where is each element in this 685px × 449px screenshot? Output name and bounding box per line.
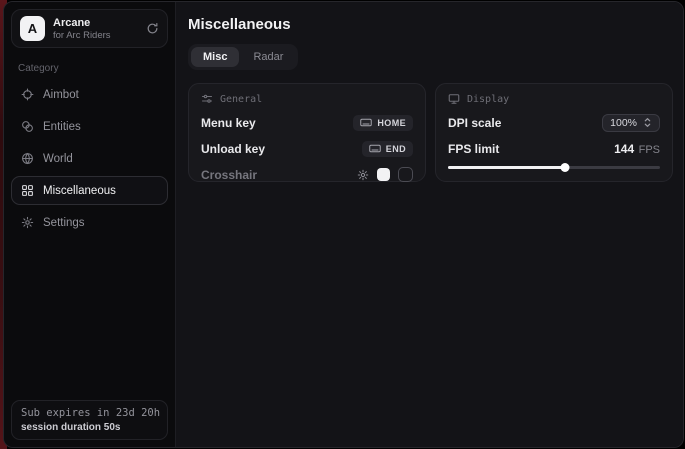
menu-key-value: HOME	[377, 118, 406, 128]
crosshair-settings-gear-icon[interactable]	[357, 169, 369, 181]
globe-icon	[21, 152, 34, 165]
refresh-icon[interactable]	[146, 22, 159, 35]
sidebar-item-label: Entities	[43, 121, 81, 133]
sidebar-item-settings[interactable]: Settings	[11, 208, 168, 237]
dpi-scale-select[interactable]: 100%	[602, 114, 660, 132]
session-duration: session duration 50s	[21, 422, 158, 433]
fps-limit-slider[interactable]	[448, 163, 660, 172]
crosshair-label: Crosshair	[201, 168, 257, 182]
crosshair-icon	[21, 88, 34, 101]
fps-limit-unit: FPS	[639, 144, 660, 156]
brand-name: Arcane	[53, 17, 111, 29]
sliders-icon	[201, 93, 213, 105]
sidebar-item-label: Miscellaneous	[43, 185, 116, 197]
crosshair-checkbox[interactable]	[398, 167, 413, 182]
display-card: Display DPI scale 100%	[435, 83, 673, 182]
sidebar-item-entities[interactable]: Entities	[11, 112, 168, 141]
fps-limit-label: FPS limit	[448, 142, 499, 156]
sidebar-item-label: World	[43, 153, 73, 165]
app-window: A Arcane for Arc Riders Category	[3, 1, 684, 448]
sidebar-item-aimbot[interactable]: Aimbot	[11, 80, 168, 109]
dpi-scale-row: DPI scale 100%	[448, 114, 660, 131]
display-card-title: Display	[467, 94, 509, 105]
cards-row: General Menu key HOME	[188, 83, 673, 182]
sidebar-item-world[interactable]: World	[11, 144, 168, 173]
unload-key-bind-button[interactable]: END	[362, 141, 413, 157]
general-card-header: General	[201, 93, 413, 105]
category-label: Category	[18, 63, 161, 74]
subscription-expiry: Sub expires in 23d 20h	[21, 407, 158, 419]
keyboard-icon	[360, 118, 372, 127]
monitor-icon	[448, 93, 460, 105]
brand-card: A Arcane for Arc Riders	[11, 9, 168, 48]
sidebar: A Arcane for Arc Riders Category	[4, 2, 176, 447]
display-card-header: Display	[448, 93, 660, 105]
sidebar-item-label: Aimbot	[43, 89, 79, 101]
menu-key-label: Menu key	[201, 116, 256, 130]
unload-key-row: Unload key END	[201, 140, 413, 157]
crosshair-controls	[357, 167, 413, 182]
general-card: General Menu key HOME	[188, 83, 426, 182]
main-content: Miscellaneous Misc Radar General	[176, 2, 684, 447]
crosshair-color-swatch[interactable]	[377, 168, 390, 181]
subscription-card: Sub expires in 23d 20h session duration …	[11, 400, 168, 440]
page-title: Miscellaneous	[188, 16, 673, 33]
fps-limit-value: 144	[614, 142, 634, 156]
tab-radar[interactable]: Radar	[241, 47, 295, 67]
fps-limit-value-group: 144 FPS	[614, 140, 660, 158]
tab-strip: Misc Radar	[188, 44, 298, 70]
sidebar-item-miscellaneous[interactable]: Miscellaneous	[11, 176, 168, 205]
sidebar-item-label: Settings	[43, 217, 85, 229]
tab-misc[interactable]: Misc	[191, 47, 239, 67]
unload-key-label: Unload key	[201, 142, 265, 156]
brand-subtitle: for Arc Riders	[53, 30, 111, 41]
unload-key-value: END	[386, 144, 406, 154]
dpi-scale-value: 100%	[610, 117, 637, 129]
grid-icon	[21, 184, 34, 197]
dpi-scale-label: DPI scale	[448, 116, 501, 130]
keyboard-icon	[369, 144, 381, 153]
menu-key-row: Menu key HOME	[201, 114, 413, 131]
brand-logo: A	[20, 16, 45, 41]
fps-limit-row: FPS limit 144 FPS	[448, 140, 660, 157]
brand-text: Arcane for Arc Riders	[53, 17, 111, 41]
slider-thumb[interactable]	[560, 163, 569, 172]
general-card-title: General	[220, 94, 262, 105]
crosshair-row: Crosshair	[201, 166, 413, 183]
menu-key-bind-button[interactable]: HOME	[353, 115, 413, 131]
chevron-up-down-icon	[643, 117, 652, 128]
entities-icon	[21, 120, 34, 133]
gear-icon	[21, 216, 34, 229]
slider-fill	[448, 166, 565, 169]
